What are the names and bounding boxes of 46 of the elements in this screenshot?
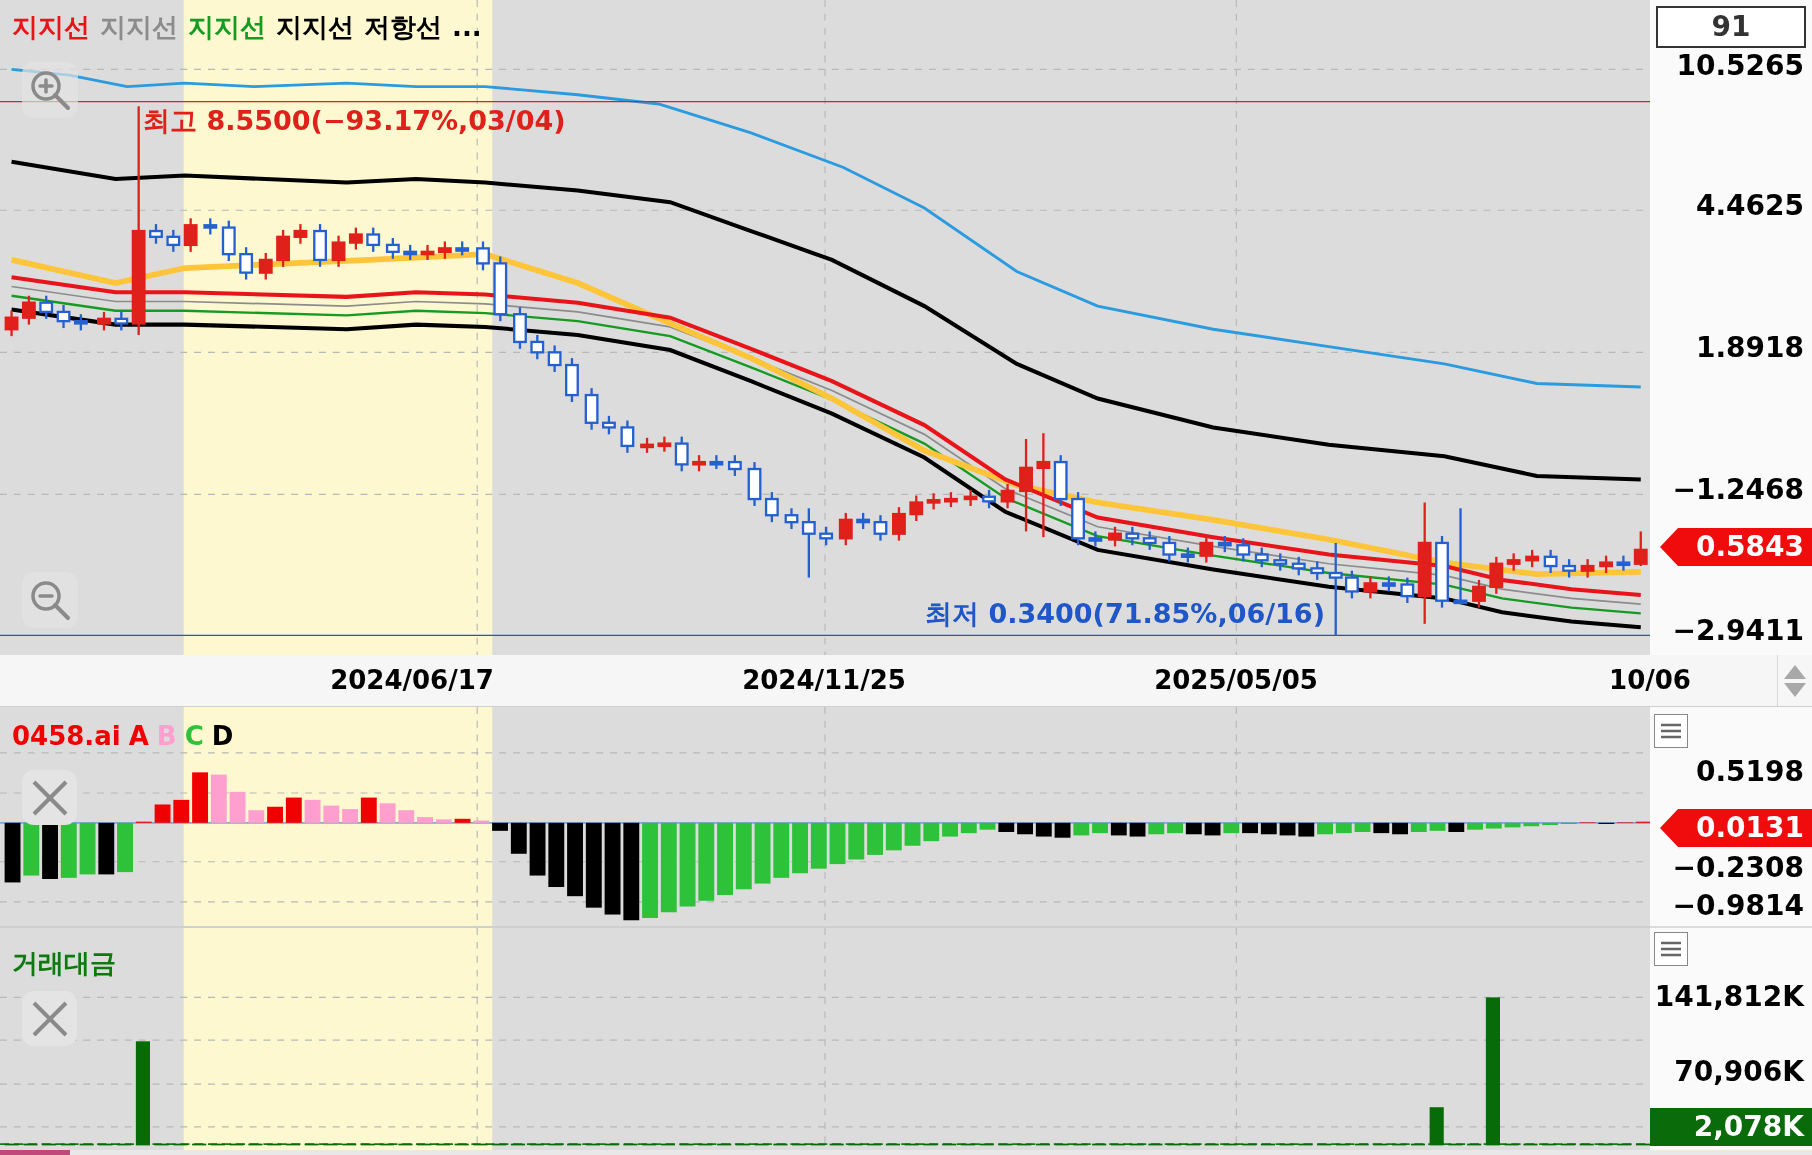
legend-label: A [128, 723, 149, 749]
zoom-in-icon [28, 68, 72, 112]
scrollbar-thumb[interactable] [0, 1150, 70, 1155]
legend-label: C [184, 723, 204, 749]
legend-label: 지지선 [276, 14, 354, 40]
axis-label: 0.5198 [1695, 758, 1804, 786]
legend-label: 지지선 [100, 14, 178, 40]
menu-button[interactable] [1654, 714, 1688, 748]
legend-label: D [211, 723, 234, 749]
value-tag: 0.5843 [1660, 528, 1812, 566]
axis-label: 4.4625 [1695, 192, 1804, 220]
close-button[interactable] [22, 770, 77, 825]
indicator-title: 거래대금 [12, 950, 116, 976]
axis-label: −0.2308 [1672, 854, 1804, 882]
legend-label: ... [452, 14, 482, 40]
axis-label: 70,906K [1674, 1058, 1804, 1086]
high-price-label: 최고 8.5500(−93.17%,03/04) [143, 107, 566, 134]
legend-label: 지지선 [188, 14, 266, 40]
axis-label: 10.5265 [1676, 52, 1804, 80]
legend-label: 지지선 [12, 14, 90, 40]
close-button[interactable] [22, 991, 77, 1046]
menu-icon [1660, 723, 1682, 739]
menu-button[interactable] [1654, 932, 1688, 966]
legend-label: 저항선 [364, 14, 442, 40]
axis-label: −0.9814 [1672, 892, 1804, 920]
date-label: 2024/11/25 [742, 667, 906, 693]
date-label: 2024/06/17 [330, 667, 494, 693]
close-icon [30, 778, 69, 817]
zoom-in-button[interactable] [22, 62, 78, 118]
indicator-title: 0458.ai [12, 723, 121, 749]
date-label: 2025/05/05 [1154, 667, 1318, 693]
axis-label: −2.9411 [1672, 617, 1804, 645]
up-down-arrows-icon [1783, 663, 1807, 699]
low-price-label: 최저 0.3400(71.85%,06/16) [925, 600, 1325, 627]
close-icon [30, 999, 69, 1038]
zoom-out-icon [28, 578, 72, 622]
date-label: 10/06 [1609, 667, 1691, 693]
menu-icon [1660, 941, 1682, 957]
zoom-out-button[interactable] [22, 572, 78, 628]
period-box: 91 [1656, 6, 1806, 48]
axis-label: −1.2468 [1672, 476, 1804, 504]
value-tag: 0.0131 [1660, 809, 1812, 847]
legend-label: B [156, 723, 177, 749]
axis-label: 1.8918 [1695, 334, 1804, 362]
value-tag: 2,078K [1650, 1108, 1812, 1146]
axis-label: 141,812K [1654, 983, 1804, 1011]
